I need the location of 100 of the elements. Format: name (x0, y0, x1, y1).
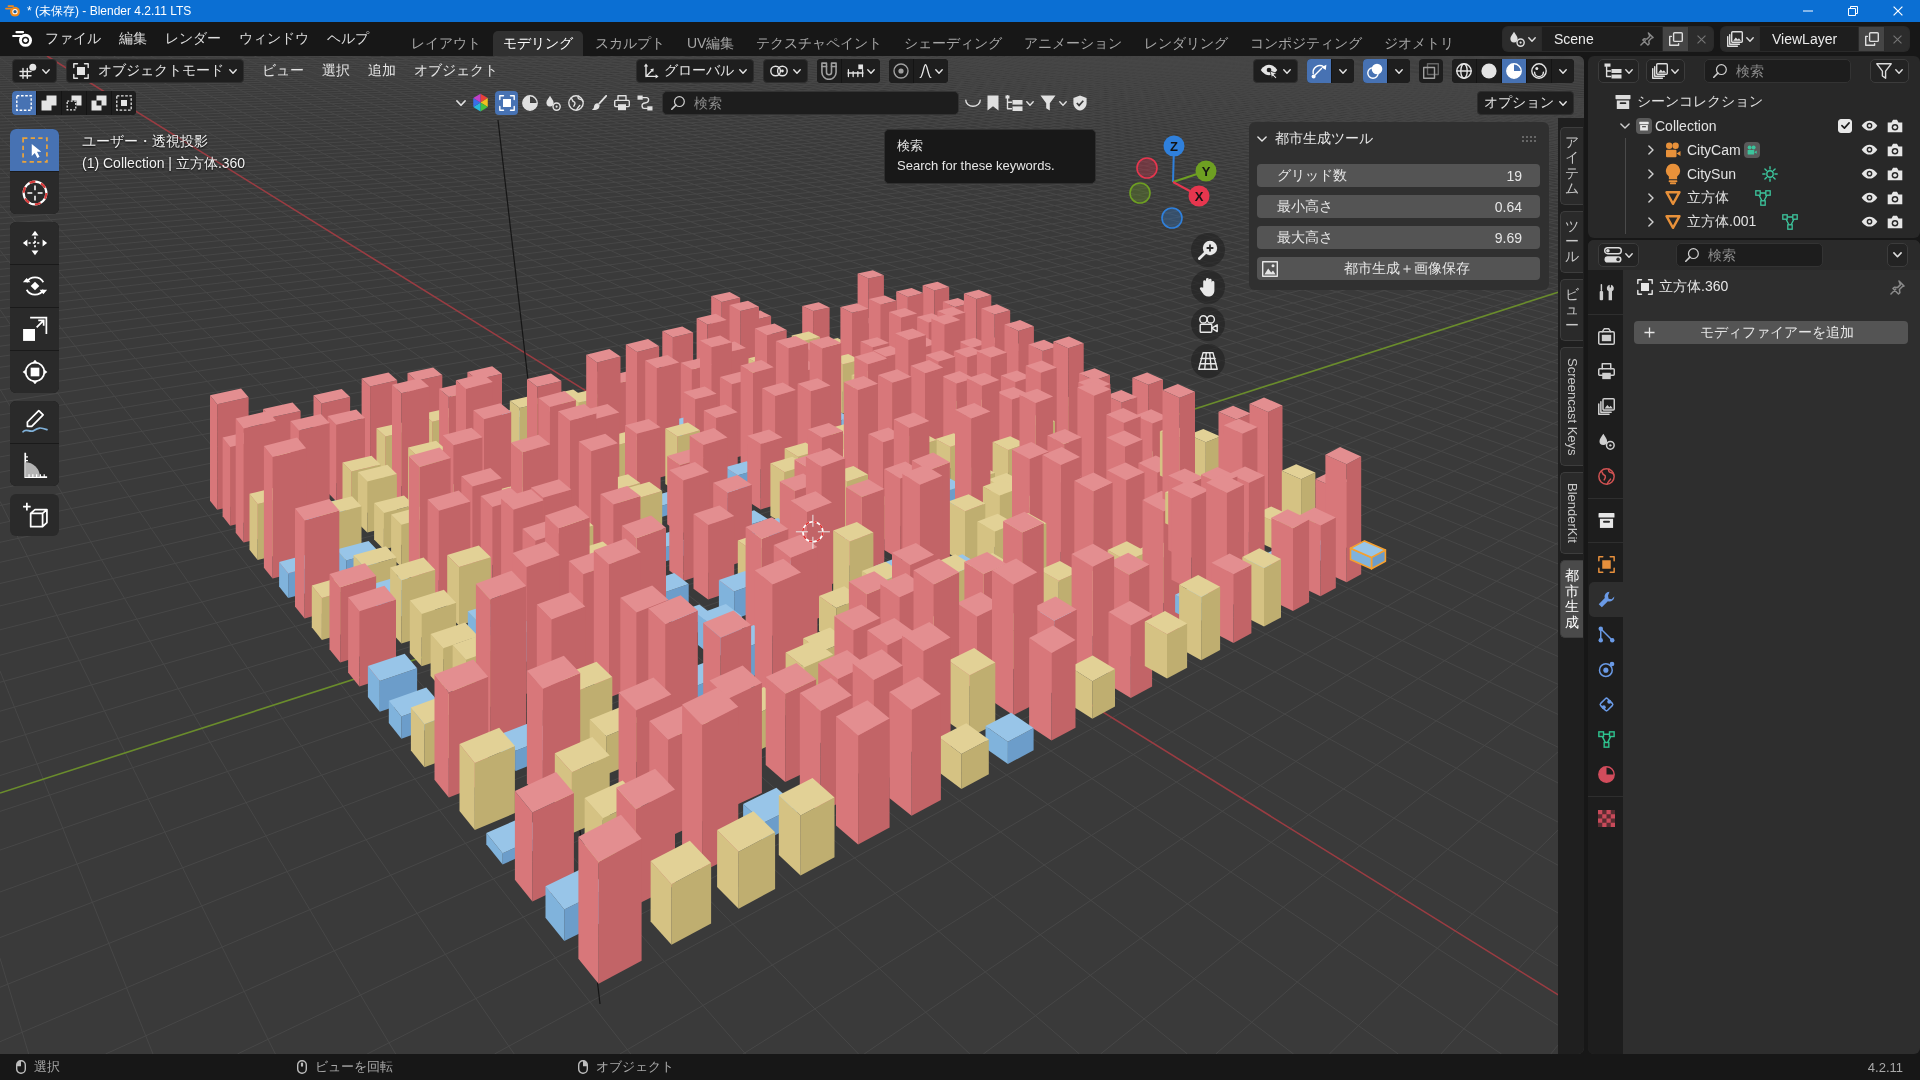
workspace-tab[interactable]: レイアウト (401, 31, 491, 56)
sidebar-tab[interactable]: ビュー (1560, 278, 1583, 341)
gizmo-toggle[interactable] (1307, 59, 1331, 83)
menu-item[interactable]: 選択 (313, 59, 359, 83)
number-field[interactable]: 最大高さ 9.69 (1257, 226, 1540, 249)
selectability-dropdown[interactable] (1253, 59, 1298, 83)
generate-button[interactable]: 都市生成＋画像保存 (1257, 257, 1540, 280)
workspace-tab[interactable]: スカルプト (585, 31, 675, 56)
sidebar-tab[interactable]: アイテム (1560, 127, 1583, 205)
snap-target-dropdown[interactable] (842, 59, 880, 83)
dropdown-button[interactable] (1332, 59, 1354, 83)
menu-item[interactable]: レンダー (156, 26, 230, 52)
search-field[interactable]: 検索 (662, 91, 959, 115)
selection-mode-button[interactable] (62, 91, 86, 115)
editor-type-dropdown[interactable] (1598, 243, 1639, 267)
axis-handle[interactable]: Z (1163, 135, 1185, 183)
dropdown-button[interactable] (1552, 59, 1574, 83)
selection-mode-button[interactable] (37, 91, 61, 115)
shield-button[interactable] (1073, 95, 1087, 111)
duplicate-button[interactable] (1859, 27, 1884, 51)
bookmark-button[interactable] (987, 95, 999, 111)
view-layer-dropdown[interactable] (1646, 59, 1685, 83)
workspace-tab[interactable]: モデリング (493, 31, 583, 56)
render-toggle[interactable] (1887, 191, 1903, 205)
move-tool[interactable] (10, 222, 59, 264)
menu-item[interactable]: 編集 (110, 26, 156, 52)
sidebar-tab[interactable]: BlenderKit (1560, 472, 1583, 555)
xray-toggle[interactable] (1419, 59, 1443, 83)
number-field[interactable]: 最小高さ 0.64 (1257, 195, 1540, 218)
proportional-edit-toggle[interactable] (889, 59, 913, 83)
duplicate-button[interactable] (1663, 27, 1688, 51)
options-dropdown[interactable]: オプション (1477, 91, 1574, 115)
panel-header[interactable]: 都市生成ツール (1257, 127, 1373, 151)
selection-mode-button[interactable] (87, 91, 111, 115)
add-modifier-button[interactable]: モディファイアーを追加 (1634, 321, 1908, 344)
axis-handle[interactable]: Y (1172, 160, 1217, 183)
scene-name-field[interactable]: Scene (1542, 27, 1662, 51)
sidebar-tab[interactable]: Screencast Keys (1560, 346, 1583, 467)
negative-axis-handle[interactable] (1136, 157, 1158, 179)
snap-toggle[interactable] (817, 59, 841, 83)
render-toggle[interactable] (1887, 119, 1903, 133)
visibility-toggle[interactable] (1861, 144, 1878, 156)
workspace-tab[interactable]: シェーディング (894, 31, 1013, 56)
filter-dropdown[interactable] (1040, 95, 1067, 111)
number-field[interactable]: グリッド数 19 (1257, 164, 1540, 187)
collapse-button[interactable] (456, 99, 466, 107)
menu-item[interactable]: ウィンドウ (230, 26, 318, 52)
outliner-item[interactable]: Collection (1655, 118, 1717, 134)
scale-tool[interactable] (10, 308, 59, 350)
outliner-item[interactable]: CitySun (1687, 166, 1737, 182)
render-toggle[interactable] (1887, 143, 1903, 157)
selection-mode-button[interactable] (112, 91, 136, 115)
camera-view-button[interactable] (1191, 307, 1225, 341)
dropdown-button[interactable] (1388, 59, 1410, 83)
editor-type-dropdown[interactable] (12, 59, 57, 83)
shading-mode-button[interactable] (1452, 59, 1476, 83)
options-dropdown[interactable] (1887, 243, 1908, 267)
outliner-item[interactable]: シーンコレクション (1637, 93, 1763, 111)
rotate-tool[interactable] (10, 265, 59, 307)
search-field[interactable]: 検索 (1676, 243, 1823, 267)
workspace-tab[interactable]: テクスチャペイント (746, 31, 893, 56)
menu-item[interactable]: 追加 (359, 59, 405, 83)
menu-item[interactable]: ヘルプ (318, 26, 378, 52)
visibility-toggle[interactable] (1861, 216, 1878, 228)
add-cube-tool[interactable] (10, 494, 59, 536)
hierarchy-dropdown[interactable] (1005, 95, 1034, 111)
orientation-dropdown[interactable]: グローバル (636, 59, 754, 83)
negative-axis-handle[interactable] (1129, 182, 1151, 204)
sidebar-tab[interactable]: 都市生成 (1560, 560, 1583, 638)
arc-button[interactable] (965, 99, 981, 107)
projection-button[interactable] (1191, 344, 1225, 378)
shading-mode-button[interactable] (1527, 59, 1551, 83)
visibility-toggle[interactable] (1861, 168, 1878, 180)
display-mode-dropdown[interactable] (1598, 59, 1639, 83)
visibility-toggle[interactable] (1861, 120, 1878, 132)
menu-item[interactable]: オブジェクト (405, 59, 507, 83)
mode-dropdown[interactable]: オブジェクトモード (66, 59, 244, 83)
cursor-tool[interactable] (10, 172, 59, 214)
workspace-tab[interactable]: ジオメトリ (1374, 31, 1465, 56)
negative-axis-handle[interactable] (1161, 207, 1183, 229)
zoom-button[interactable] (1191, 233, 1225, 267)
menu-item[interactable]: ファイル (36, 26, 110, 52)
outliner-item[interactable]: 立方体.001 (1687, 213, 1757, 231)
workspace-tab[interactable]: コンポジティング (1240, 31, 1373, 56)
workspace-tab[interactable]: レンダリング (1134, 31, 1239, 56)
view-layer-name-field[interactable]: ViewLayer (1760, 27, 1858, 51)
select-box-tool[interactable] (10, 129, 59, 171)
workspace-tab[interactable]: アニメーション (1014, 31, 1133, 56)
pin-button[interactable] (1890, 279, 1905, 295)
menu-item[interactable]: ビュー (253, 59, 313, 83)
sidebar-tab[interactable]: ツール (1560, 210, 1583, 273)
transform-tool[interactable] (10, 351, 59, 393)
pan-button[interactable] (1191, 270, 1225, 304)
outliner-item[interactable]: CityCam (1687, 142, 1741, 158)
annotate-tool[interactable] (10, 401, 59, 443)
falloff-dropdown[interactable] (914, 59, 948, 83)
render-toggle[interactable] (1887, 167, 1903, 181)
visibility-toggle[interactable] (1861, 192, 1878, 204)
modifier-tab[interactable] (1589, 582, 1623, 617)
measure-tool[interactable] (10, 444, 59, 486)
